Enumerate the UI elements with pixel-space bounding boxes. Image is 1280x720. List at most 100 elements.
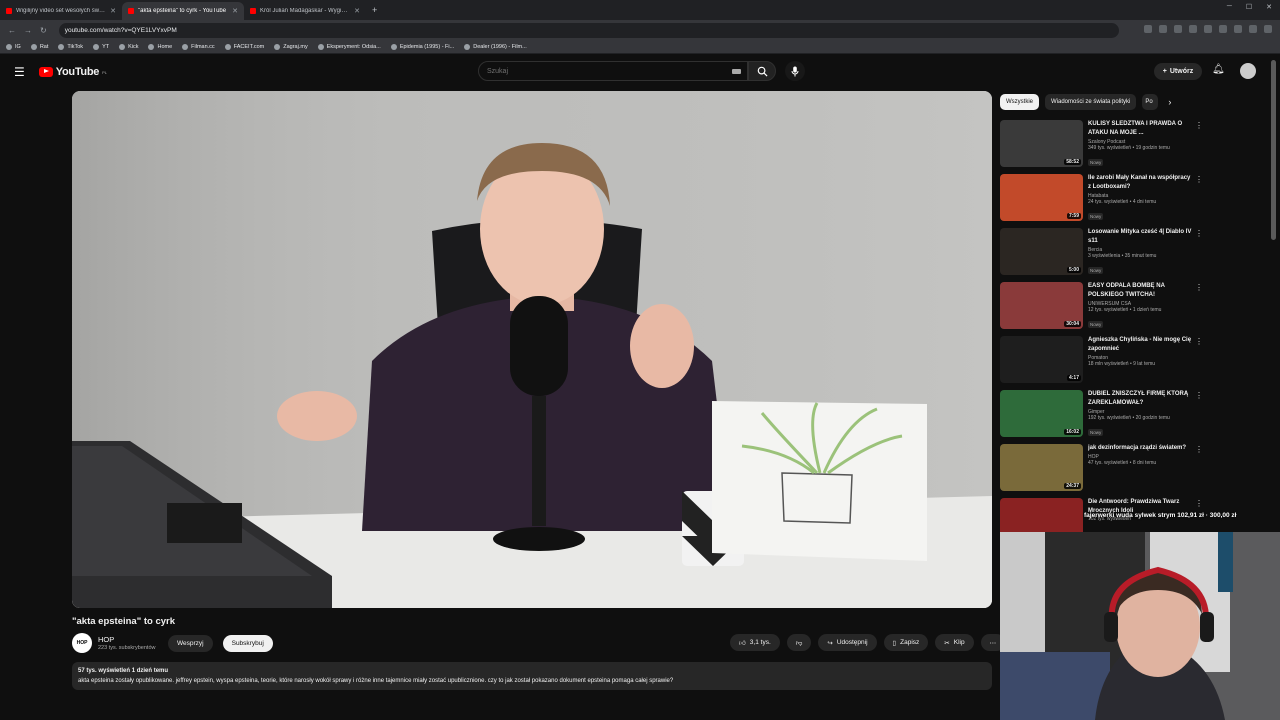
- close-tab-icon[interactable]: ✕: [232, 7, 238, 15]
- share-button[interactable]: ↪ Udostępnij: [818, 634, 877, 651]
- recommendations-list: 58:52 KULISY ŚLEDZTWA I PRAWDA O ATAKU N…: [1000, 120, 1210, 552]
- chip-more[interactable]: Po: [1142, 94, 1159, 110]
- video-title[interactable]: Ile zarobi Mały Kanał na współpracy z Lo…: [1088, 174, 1193, 192]
- youtube-play-icon: [38, 66, 53, 77]
- list-item[interactable]: 16:02 DUBIEL ZNISZCZYŁ FIRMĘ KTÓRĄ ZAREK…: [1000, 390, 1210, 444]
- description-box[interactable]: 57 tys. wyświetleń 1 dzień temu akta eps…: [72, 662, 992, 690]
- video-player[interactable]: [72, 91, 992, 608]
- avatar[interactable]: [1240, 63, 1256, 79]
- list-item[interactable]: 7:59 Ile zarobi Mały Kanał na współpracy…: [1000, 174, 1210, 228]
- bookmark-icon: [58, 43, 65, 50]
- bookmark[interactable]: Zagraj.my: [274, 43, 308, 50]
- extension-icon[interactable]: [1144, 25, 1152, 33]
- video-title[interactable]: KULISY ŚLEDZTWA I PRAWDA O ATAKU NA MOJE…: [1088, 120, 1193, 138]
- bookmark[interactable]: IG: [6, 43, 21, 50]
- forward-icon[interactable]: →: [24, 26, 32, 35]
- video-thumbnail[interactable]: 16:02: [1000, 390, 1083, 437]
- create-button[interactable]: + Utwórz: [1154, 63, 1202, 80]
- maximize-icon[interactable]: ☐: [1246, 3, 1252, 11]
- more-vertical-icon[interactable]: ⋮: [1195, 283, 1203, 292]
- browser-tab[interactable]: Wigilijny video set wesołych świąt i... ✕: [0, 2, 122, 20]
- webcam-image: [1000, 532, 1280, 720]
- bookmark[interactable]: Dealer (1996) - Film...: [464, 43, 527, 50]
- notifications-bell-icon[interactable]: 🔔︎: [1212, 64, 1225, 75]
- save-button[interactable]: ▯ Zapisz: [883, 634, 929, 651]
- list-item[interactable]: 30:04 EASY ODPALA BOMBĘ NA POLSKIEGO TWI…: [1000, 282, 1210, 336]
- support-button[interactable]: Wesprzyj: [168, 634, 213, 652]
- duration-badge: 24:37: [1064, 483, 1081, 489]
- close-tab-icon[interactable]: ✕: [110, 7, 116, 15]
- more-vertical-icon[interactable]: ⋮: [1195, 175, 1203, 184]
- bookmark[interactable]: Epidemia (1995) - Fi...: [390, 43, 454, 50]
- chip-all[interactable]: Wszystkie: [1000, 94, 1039, 110]
- list-item[interactable]: 24:37 jak dezinformacja rządzi światem? …: [1000, 444, 1210, 498]
- extension-icon[interactable]: [1234, 25, 1242, 33]
- bookmark-icon: [390, 43, 397, 50]
- bookmark-icon: [93, 43, 100, 50]
- extension-icon[interactable]: [1249, 25, 1257, 33]
- bookmark[interactable]: YT: [93, 43, 109, 50]
- list-item[interactable]: 5:00 Losowanie Mityka cześć 4| Diablo IV…: [1000, 228, 1210, 282]
- minimize-icon[interactable]: ─: [1227, 3, 1232, 11]
- video-title[interactable]: DUBIEL ZNISZCZYŁ FIRMĘ KTÓRĄ ZAREKLAMOWA…: [1088, 390, 1193, 408]
- list-item[interactable]: 4:17 Agnieszka Chylińska - Nie mogę Cię …: [1000, 336, 1210, 390]
- close-window-icon[interactable]: ✕: [1266, 3, 1272, 11]
- more-vertical-icon[interactable]: ⋮: [1195, 229, 1203, 238]
- browser-tab[interactable]: Król Julian Madagaskar - Wyginam S...✕: [244, 2, 366, 20]
- chip-politics[interactable]: Wiadomości ze świata polityki: [1045, 94, 1137, 110]
- youtube-logo[interactable]: YouTube PL: [38, 66, 107, 78]
- bookmark[interactable]: Filman.cc: [182, 43, 215, 50]
- more-vertical-icon[interactable]: ⋮: [1195, 121, 1203, 130]
- video-title[interactable]: Losowanie Mityka cześć 4| Diablo IV s11: [1088, 228, 1193, 246]
- subscriber-count: 223 tys. subskrybentów: [98, 645, 156, 651]
- channel-avatar[interactable]: HOP: [72, 633, 92, 653]
- channel-name[interactable]: HOP: [98, 635, 168, 644]
- bookmark[interactable]: Eksperyment: Odsia...: [317, 43, 381, 50]
- extension-icon[interactable]: [1189, 25, 1197, 33]
- search-button[interactable]: [748, 61, 776, 81]
- url-field[interactable]: youtube.com/watch?v=QYE1LVYxvPM: [58, 22, 1119, 38]
- chevron-right-icon[interactable]: ›: [1168, 97, 1171, 107]
- list-item[interactable]: 58:52 KULISY ŚLEDZTWA I PRAWDA O ATAKU N…: [1000, 120, 1210, 174]
- scrollbar[interactable]: [1271, 60, 1276, 240]
- video-thumbnail[interactable]: 5:00: [1000, 228, 1083, 275]
- new-tab-icon[interactable]: +: [372, 5, 377, 15]
- extension-icon[interactable]: [1174, 25, 1182, 33]
- bookmark[interactable]: Kick: [119, 43, 138, 50]
- video-thumbnail[interactable]: 4:17: [1000, 336, 1083, 383]
- reload-icon[interactable]: ↻: [40, 26, 47, 35]
- dislike-button[interactable]: 👎︎: [786, 634, 812, 651]
- video-title[interactable]: Agnieszka Chylińska - Nie mogę Cię zapom…: [1088, 336, 1193, 354]
- bookmark[interactable]: TikTok: [58, 43, 83, 50]
- bookmark-icon: [119, 43, 126, 50]
- menu-icon[interactable]: [1264, 25, 1272, 33]
- extension-icon[interactable]: [1204, 25, 1212, 33]
- more-vertical-icon[interactable]: ⋮: [1195, 337, 1203, 346]
- video-thumbnail[interactable]: 30:04: [1000, 282, 1083, 329]
- bookmark[interactable]: FACEIT.com: [224, 43, 264, 50]
- hamburger-menu-icon[interactable]: ☰: [14, 65, 25, 79]
- subscribe-button[interactable]: Subskrybuj: [222, 634, 273, 652]
- more-vertical-icon[interactable]: ⋮: [1195, 391, 1203, 400]
- clip-button[interactable]: ✂ Klip: [935, 634, 974, 651]
- bookmark[interactable]: Home: [148, 43, 172, 50]
- description-text: akta epsteina zostały opublikowane. jeff…: [78, 678, 674, 684]
- youtube-favicon-icon: [128, 8, 134, 14]
- video-thumbnail[interactable]: 7:59: [1000, 174, 1083, 221]
- video-title[interactable]: EASY ODPALA BOMBĘ NA POLSKIEGO TWITCHA!: [1088, 282, 1193, 300]
- back-icon[interactable]: ←: [8, 26, 16, 35]
- video-title[interactable]: jak dezinformacja rządzi światem?: [1088, 444, 1193, 453]
- browser-tab-active[interactable]: "akta epsteina" to cyrk - YouTube ✕: [122, 2, 244, 20]
- close-tab-icon[interactable]: ✕: [354, 7, 360, 15]
- more-vertical-icon[interactable]: ⋮: [1195, 445, 1203, 454]
- bookmark[interactable]: Rat: [30, 43, 48, 50]
- more-vertical-icon[interactable]: ⋮: [1195, 499, 1203, 508]
- keyboard-icon[interactable]: [732, 69, 741, 74]
- extension-icon[interactable]: [1159, 25, 1167, 33]
- video-thumbnail[interactable]: 58:52: [1000, 120, 1083, 167]
- search-input[interactable]: Szukaj: [478, 61, 748, 81]
- voice-search-button[interactable]: [785, 61, 805, 81]
- like-button[interactable]: 👍︎ 3,1 tys.: [730, 634, 780, 651]
- video-thumbnail[interactable]: 24:37: [1000, 444, 1083, 491]
- extension-icon[interactable]: [1219, 25, 1227, 33]
